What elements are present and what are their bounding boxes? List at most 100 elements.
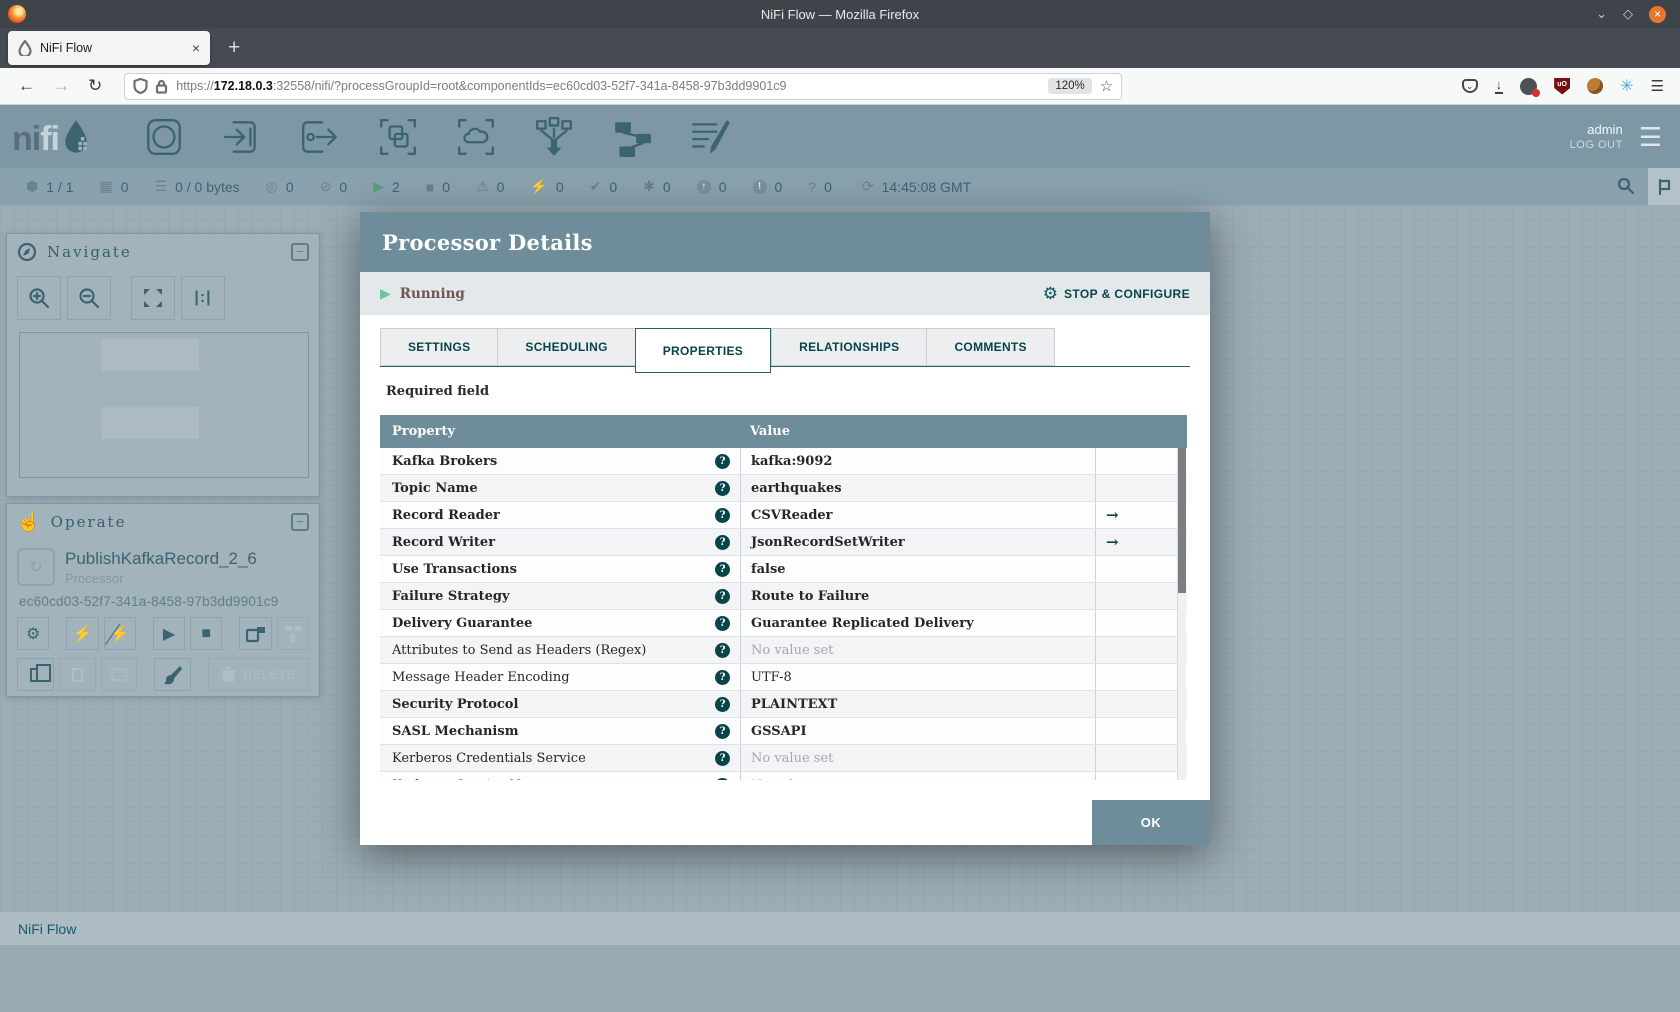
stop-button[interactable]: ■ [190,617,223,650]
funnel-tool-icon[interactable] [533,116,575,158]
breadcrumb[interactable]: NiFi Flow [0,912,1680,945]
window-title: NiFi Flow — Mozilla Firefox [760,6,920,22]
configure-gear-icon: ⚙ [1042,283,1059,303]
threads-icon: ▦ [99,178,113,194]
new-tab-button[interactable]: + [228,36,240,60]
table-row[interactable]: SASL Mechanism? GSSAPI [380,718,1187,745]
logout-link[interactable]: LOG OUT [1570,139,1623,151]
birdseye-toggle-icon[interactable] [1648,168,1680,205]
navigate-collapse-icon[interactable]: − [291,243,309,261]
browser-titlebar: NiFi Flow — Mozilla Firefox ⌄ ◇ × [0,0,1680,28]
global-menu-icon[interactable]: ☰ [1639,124,1662,150]
label-tool-icon[interactable] [689,116,731,158]
upload-template-button[interactable] [276,617,309,650]
stat-sync-failure: ? 0 [808,178,832,195]
zoom-out-button[interactable] [67,276,111,320]
question-icon: ? [808,178,817,195]
table-row[interactable]: Record Writer? JsonRecordSetWriter → [380,529,1187,556]
start-button[interactable]: ▶ [152,617,186,650]
current-user: admin [1587,122,1623,137]
stat-queued: ☰ 0 / 0 bytes [154,178,240,195]
tab-comments[interactable]: COMMENTS [926,328,1055,366]
tab-properties[interactable]: PROPERTIES [634,328,772,373]
input-port-tool-icon[interactable] [221,116,263,158]
table-row[interactable]: Failure Strategy? Route to Failure [380,583,1187,610]
cookie-extension-icon[interactable] [1587,78,1604,94]
table-row[interactable]: Kafka Brokers? kafka:9092 [380,448,1187,475]
shield-icon[interactable] [133,78,148,94]
lock-icon[interactable] [155,79,168,94]
table-row[interactable]: Attributes to Send as Headers (Regex)? No… [380,637,1187,664]
help-icon: ? [715,723,730,739]
tab-settings[interactable]: SETTINGS [380,328,498,366]
browser-menu-icon[interactable]: ☰ [1651,77,1664,95]
output-port-tool-icon[interactable] [299,116,341,158]
bookmark-star-icon[interactable]: ☆ [1100,77,1113,95]
paste-button[interactable] [58,658,96,691]
help-icon: ? [715,696,730,712]
go-to-service-icon[interactable]: → [1106,506,1119,524]
group-button[interactable] [100,658,138,691]
back-button[interactable]: ← [18,76,35,96]
zoom-actual-button[interactable]: |:| [181,276,225,320]
stale-icon: ↑ [696,179,711,194]
search-icon[interactable] [1603,177,1648,197]
table-row[interactable]: Use Transactions? false [380,556,1187,583]
asterisk-icon: ✱ [643,178,655,194]
forward-button[interactable]: → [53,76,70,96]
browser-tab[interactable]: NiFi Flow × [8,31,210,65]
profile-mask-icon[interactable] [1520,77,1541,97]
screen: NiFi Flow — Mozilla Firefox ⌄ ◇ × NiFi F… [0,0,1680,1012]
table-row[interactable]: Topic Name? earthquakes [380,475,1187,502]
table-row[interactable]: Security Protocol? PLAINTEXT [380,691,1187,718]
stop-and-configure-button[interactable]: ⚙ STOP & CONFIGURE [1043,284,1190,304]
reload-button[interactable]: ↻ [88,76,102,96]
color-button[interactable] [154,658,192,691]
tab-relationships[interactable]: RELATIONSHIPS [771,328,927,366]
table-row[interactable]: Message Header Encoding? UTF-8 [380,664,1187,691]
dialog-tabs: SETTINGS SCHEDULING PROPERTIES RELATIONS… [380,328,1190,373]
extension-asterisk-icon[interactable]: ✳ [1620,76,1633,96]
remote-process-group-tool-icon[interactable] [455,116,497,158]
refresh-icon[interactable]: ⟳ [862,178,874,195]
table-row[interactable]: Record Reader? CSVReader → [380,502,1187,529]
template-tool-icon[interactable] [611,116,653,158]
ok-button[interactable]: OK [1092,800,1210,845]
enable-button[interactable]: ⚡ [66,617,99,650]
stat-active-threads: ▦ 0 [99,178,129,195]
zoom-fit-button[interactable] [131,276,175,320]
table-row[interactable]: Delivery Guarantee? Guarantee Replicated … [380,610,1187,637]
process-group-tool-icon[interactable] [377,116,419,158]
tab-scheduling[interactable]: SCHEDULING [497,328,635,366]
gear-icon: ⚙ [25,625,41,643]
table-row[interactable]: Kerberos Service Name?No value set [380,772,1187,780]
table-scrollbar[interactable] [1177,448,1186,780]
copy-button[interactable] [17,658,54,691]
compass-icon [17,242,37,262]
scrollbar-thumb[interactable] [1178,448,1186,593]
operate-hand-icon: ☝ [17,512,41,533]
dialog-status-bar: ▶ Running ⚙ STOP & CONFIGURE [360,272,1210,315]
ublock-icon[interactable]: uO [1554,77,1571,95]
zoom-level-badge[interactable]: 120% [1048,78,1092,94]
birdseye-minimap[interactable] [19,332,309,478]
selected-component-name: PublishKafkaRecord_2_6 [65,548,257,568]
zoom-in-button[interactable] [17,276,61,320]
tab-title: NiFi Flow [40,41,93,55]
transmitting-icon: ◎ [265,178,278,194]
table-row[interactable]: Kerberos Credentials Service? No value se… [380,745,1187,772]
disabled-bolt-icon: ⚡ [530,178,548,194]
downloads-icon[interactable]: ↓ [1494,78,1504,94]
disable-button[interactable]: ⚡ [103,617,136,650]
processor-tool-icon[interactable] [143,116,185,158]
tab-close-icon[interactable]: × [192,40,200,56]
configure-button[interactable]: ⚙ [17,617,50,650]
pocket-icon[interactable]: ⌄ [1461,79,1478,93]
url-bar[interactable]: https://172.18.0.3:32558/nifi/?processGr… [124,72,1123,100]
nifi-header: nifi admin LOG OUT ☰ [0,105,1680,168]
go-to-service-icon[interactable]: → [1106,533,1119,551]
delete-button[interactable]: DELETE [208,658,309,691]
operate-collapse-icon[interactable]: − [291,513,309,531]
help-icon: ? [715,507,730,523]
save-template-button[interactable] [239,617,272,650]
